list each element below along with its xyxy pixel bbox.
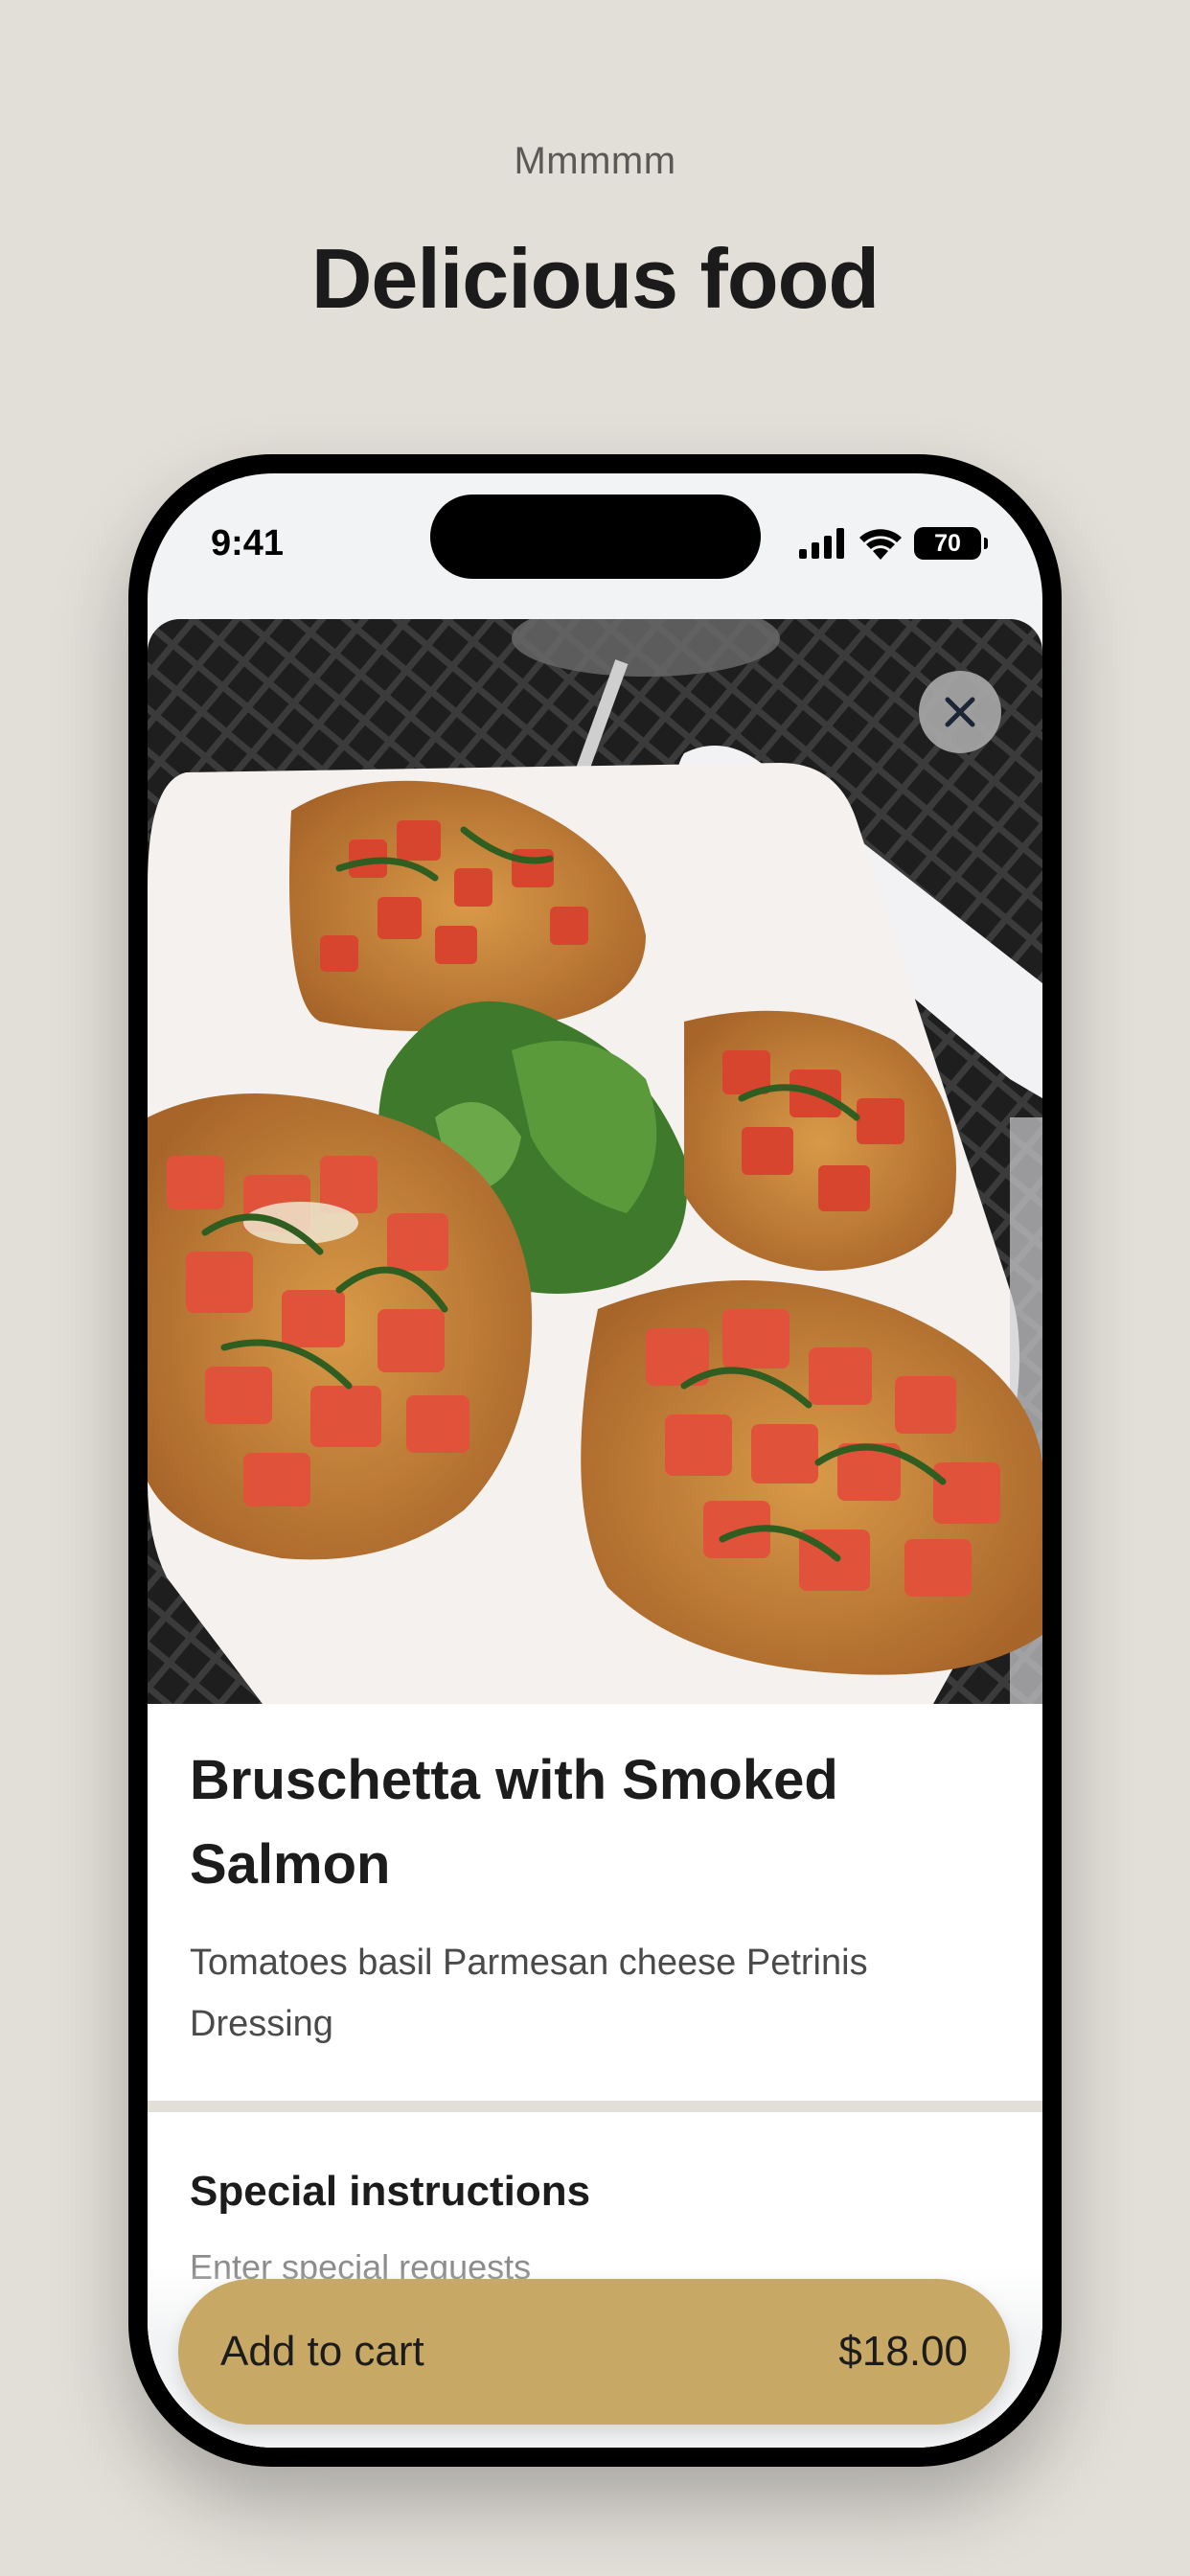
phone-frame: 9:41 70 Bruschetta with Smoked Salmon To… (128, 454, 1062, 2467)
phone-screen: 9:41 70 Bruschetta with Smoked Salmon To… (148, 473, 1042, 2448)
cart-price: $18.00 (838, 2328, 968, 2375)
status-bar: 9:41 70 (148, 473, 1042, 617)
battery-level: 70 (934, 530, 961, 557)
wifi-icon (859, 529, 902, 560)
special-instructions-title: Special instructions (190, 2168, 591, 2215)
close-icon (945, 697, 975, 727)
status-icons: 70 (799, 527, 988, 560)
item-detail-sheet: Bruschetta with Smoked Salmon Tomatoes b… (148, 619, 1042, 2448)
add-to-cart-button[interactable]: Add to cart $18.00 (178, 2279, 1010, 2425)
food-photo-illustration (148, 619, 1042, 1704)
food-photo (148, 619, 1042, 1704)
item-title: Bruschetta with Smoked Salmon (190, 1749, 838, 1896)
page-eyebrow: Mmmmm (514, 140, 676, 182)
cellular-signal-icon (799, 528, 844, 559)
item-description: Tomatoes basil Parmesan cheese Petrinis … (190, 1943, 868, 2044)
add-to-cart-label: Add to cart (220, 2328, 424, 2375)
status-time: 9:41 (211, 523, 285, 564)
page-headline: Delicious food (310, 231, 880, 326)
section-divider (148, 2101, 1042, 2112)
dynamic-island (430, 494, 761, 579)
close-button[interactable] (919, 671, 1001, 753)
battery-icon: 70 (914, 527, 988, 560)
